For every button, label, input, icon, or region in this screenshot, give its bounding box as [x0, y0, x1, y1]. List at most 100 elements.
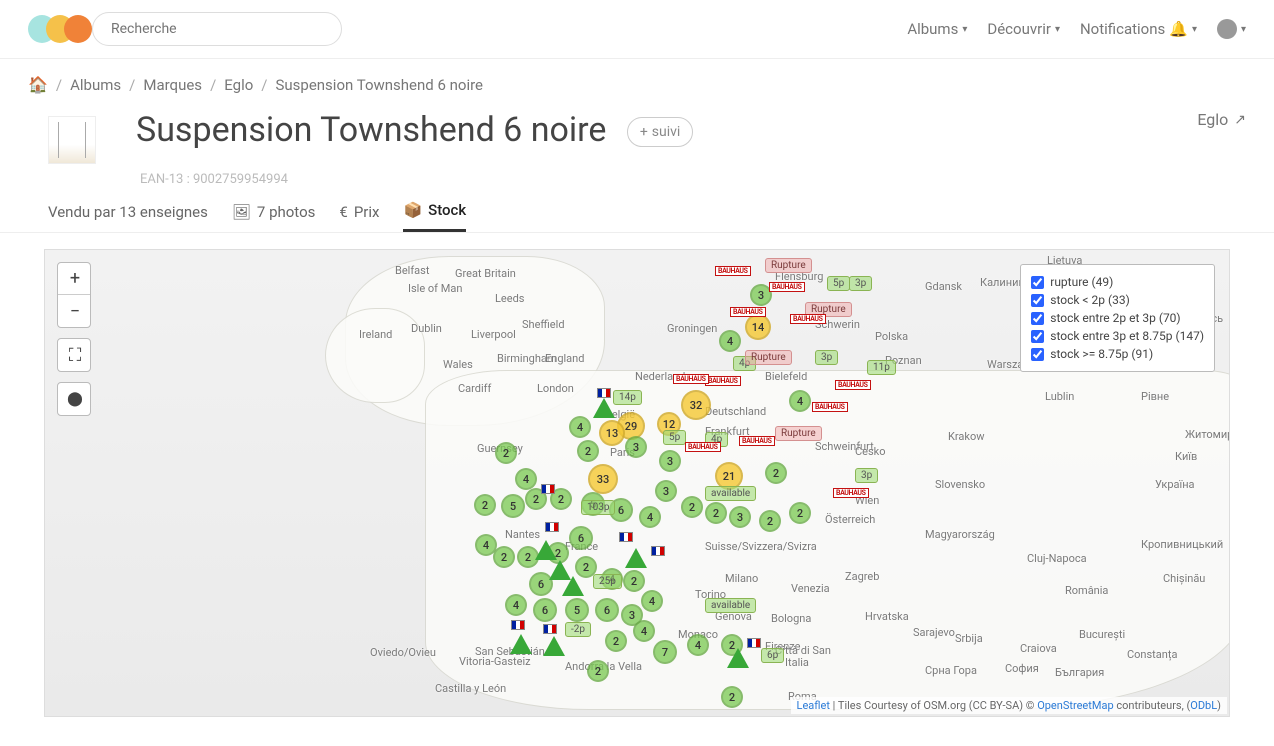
- layer-toggle-0[interactable]: rupture (49): [1031, 273, 1204, 291]
- stock-badge[interactable]: 3p: [855, 468, 878, 483]
- cluster-marker[interactable]: 5: [565, 598, 589, 622]
- cluster-marker[interactable]: 2: [587, 660, 609, 682]
- zoom-in-button[interactable]: +: [58, 263, 91, 295]
- store-logo-bauhaus[interactable]: BAUHAUS: [835, 380, 871, 390]
- nav-notifications[interactable]: Notifications🔔▾: [1080, 20, 1197, 38]
- cluster-marker[interactable]: 4: [515, 468, 537, 490]
- cluster-marker[interactable]: 13: [599, 420, 625, 446]
- city-label: Cardiff: [458, 382, 491, 395]
- cluster-marker[interactable]: 6: [533, 598, 557, 622]
- brand-link[interactable]: Eglo ↗: [1197, 110, 1246, 129]
- zoom-out-button[interactable]: −: [58, 295, 91, 327]
- cluster-marker[interactable]: 2: [493, 546, 515, 568]
- cluster-marker[interactable]: 3: [625, 436, 647, 458]
- store-logo-bauhaus[interactable]: BAUHAUS: [730, 307, 766, 317]
- stock-badge[interactable]: 11p: [867, 360, 896, 375]
- stock-badge[interactable]: 3p: [849, 276, 872, 291]
- cluster-marker[interactable]: 3: [655, 480, 677, 502]
- bell-icon: 🔔: [1169, 20, 1188, 38]
- home-icon[interactable]: 🏠: [28, 75, 48, 94]
- layer-toggle-2[interactable]: stock entre 2p et 3p (70): [1031, 309, 1204, 327]
- stock-badge[interactable]: Rupture: [775, 426, 822, 441]
- stock-badge[interactable]: available: [705, 598, 756, 613]
- cluster-marker[interactable]: 2: [789, 502, 811, 524]
- store-logo-bauhaus[interactable]: BAUHAUS: [812, 402, 848, 412]
- cluster-marker[interactable]: 4: [505, 594, 527, 616]
- store-logo-bauhaus[interactable]: BAUHAUS: [705, 376, 741, 386]
- cluster-marker[interactable]: 6: [569, 526, 593, 550]
- breadcrumb-brand[interactable]: Eglo: [224, 76, 253, 94]
- cluster-marker[interactable]: 4: [569, 416, 591, 438]
- cluster-marker[interactable]: 2: [765, 462, 787, 484]
- cluster-marker[interactable]: 2: [474, 494, 496, 516]
- cluster-marker[interactable]: 4: [687, 634, 709, 656]
- store-marker-triangle[interactable]: [593, 398, 615, 418]
- stock-badge[interactable]: 103p: [581, 500, 615, 515]
- store-logo-bauhaus[interactable]: BAUHAUS: [715, 266, 751, 276]
- cluster-marker[interactable]: 6: [595, 598, 619, 622]
- cluster-marker[interactable]: 7: [653, 640, 677, 664]
- nav-albums[interactable]: Albums▾: [907, 20, 967, 38]
- user-menu[interactable]: ▾: [1217, 19, 1246, 39]
- stock-badge[interactable]: 5p: [827, 276, 850, 291]
- layer-toggle-3[interactable]: stock entre 3p et 8.75p (147): [1031, 327, 1204, 345]
- cluster-marker[interactable]: 2: [623, 570, 645, 592]
- store-logo-bauhaus[interactable]: BAUHAUS: [769, 282, 805, 292]
- cluster-marker[interactable]: 3: [729, 506, 751, 528]
- stock-badge[interactable]: -2p: [565, 622, 591, 637]
- cluster-marker[interactable]: 2: [605, 630, 627, 652]
- cluster-marker[interactable]: 14: [745, 314, 771, 340]
- breadcrumb-albums[interactable]: Albums: [70, 76, 121, 94]
- osm-link[interactable]: OpenStreetMap: [1037, 699, 1113, 712]
- breadcrumb-marques[interactable]: Marques: [143, 76, 202, 94]
- cluster-marker[interactable]: 2: [495, 442, 517, 464]
- store-logo-bauhaus[interactable]: BAUHAUS: [790, 314, 826, 324]
- stock-badge[interactable]: Rupture: [745, 350, 792, 365]
- locate-button[interactable]: ⬤: [58, 383, 91, 415]
- follow-button[interactable]: +suivi: [627, 117, 694, 147]
- cluster-marker[interactable]: 2: [705, 502, 727, 524]
- cluster-marker[interactable]: 2: [681, 496, 703, 518]
- store-marker-triangle[interactable]: [535, 540, 557, 560]
- cluster-marker[interactable]: 5: [501, 494, 525, 518]
- cluster-marker[interactable]: 2: [721, 686, 743, 708]
- cluster-marker[interactable]: 4: [719, 330, 741, 352]
- cluster-marker[interactable]: 2: [759, 510, 781, 532]
- fullscreen-button[interactable]: ⛶: [58, 339, 91, 371]
- cluster-marker[interactable]: 33: [588, 464, 618, 494]
- layer-toggle-4[interactable]: stock >= 8.75p (91): [1031, 345, 1204, 363]
- odbl-link[interactable]: ODbL: [1190, 699, 1217, 712]
- cluster-marker[interactable]: 32: [681, 390, 711, 420]
- stock-badge[interactable]: Rupture: [765, 258, 812, 273]
- stock-badge[interactable]: 5p: [663, 430, 686, 445]
- layer-toggle-1[interactable]: stock < 2p (33): [1031, 291, 1204, 309]
- cluster-marker[interactable]: 4: [641, 590, 663, 612]
- store-marker-triangle[interactable]: [562, 576, 584, 596]
- stock-badge[interactable]: 3p: [815, 350, 838, 365]
- store-marker-triangle[interactable]: [510, 634, 532, 654]
- store-logo-bauhaus[interactable]: BAUHAUS: [685, 442, 721, 452]
- stock-badge[interactable]: available: [705, 486, 756, 501]
- cluster-marker[interactable]: 2: [577, 440, 599, 462]
- tab-sold-by[interactable]: Vendu par 13 enseignes: [48, 201, 208, 232]
- store-logo-bauhaus[interactable]: BAUHAUS: [739, 436, 775, 446]
- store-marker-triangle[interactable]: [625, 548, 647, 568]
- store-logo-bauhaus[interactable]: BAUHAUS: [673, 374, 709, 384]
- nav-discover[interactable]: Découvrir▾: [987, 20, 1060, 38]
- leaflet-link[interactable]: Leaflet: [797, 699, 830, 712]
- search-input[interactable]: [92, 12, 342, 46]
- tab-photos[interactable]: 🖼7 photos: [232, 201, 316, 232]
- stock-badge[interactable]: 6p: [761, 648, 784, 663]
- tab-price[interactable]: €Prix: [339, 201, 379, 232]
- store-marker-triangle[interactable]: [727, 648, 749, 668]
- cluster-marker[interactable]: 4: [633, 620, 655, 642]
- stock-map[interactable]: BelfastGreat BritainIsle of ManLeedsDubl…: [44, 249, 1230, 717]
- stock-badge[interactable]: 25p: [593, 574, 622, 589]
- cluster-marker[interactable]: 3: [659, 450, 681, 472]
- stock-badge[interactable]: 14p: [613, 390, 642, 405]
- tab-stock[interactable]: 📦Stock: [403, 201, 466, 232]
- cluster-marker[interactable]: 4: [789, 390, 811, 412]
- store-logo-bauhaus[interactable]: BAUHAUS: [833, 488, 869, 498]
- store-marker-triangle[interactable]: [543, 636, 565, 656]
- cluster-marker[interactable]: 4: [639, 506, 661, 528]
